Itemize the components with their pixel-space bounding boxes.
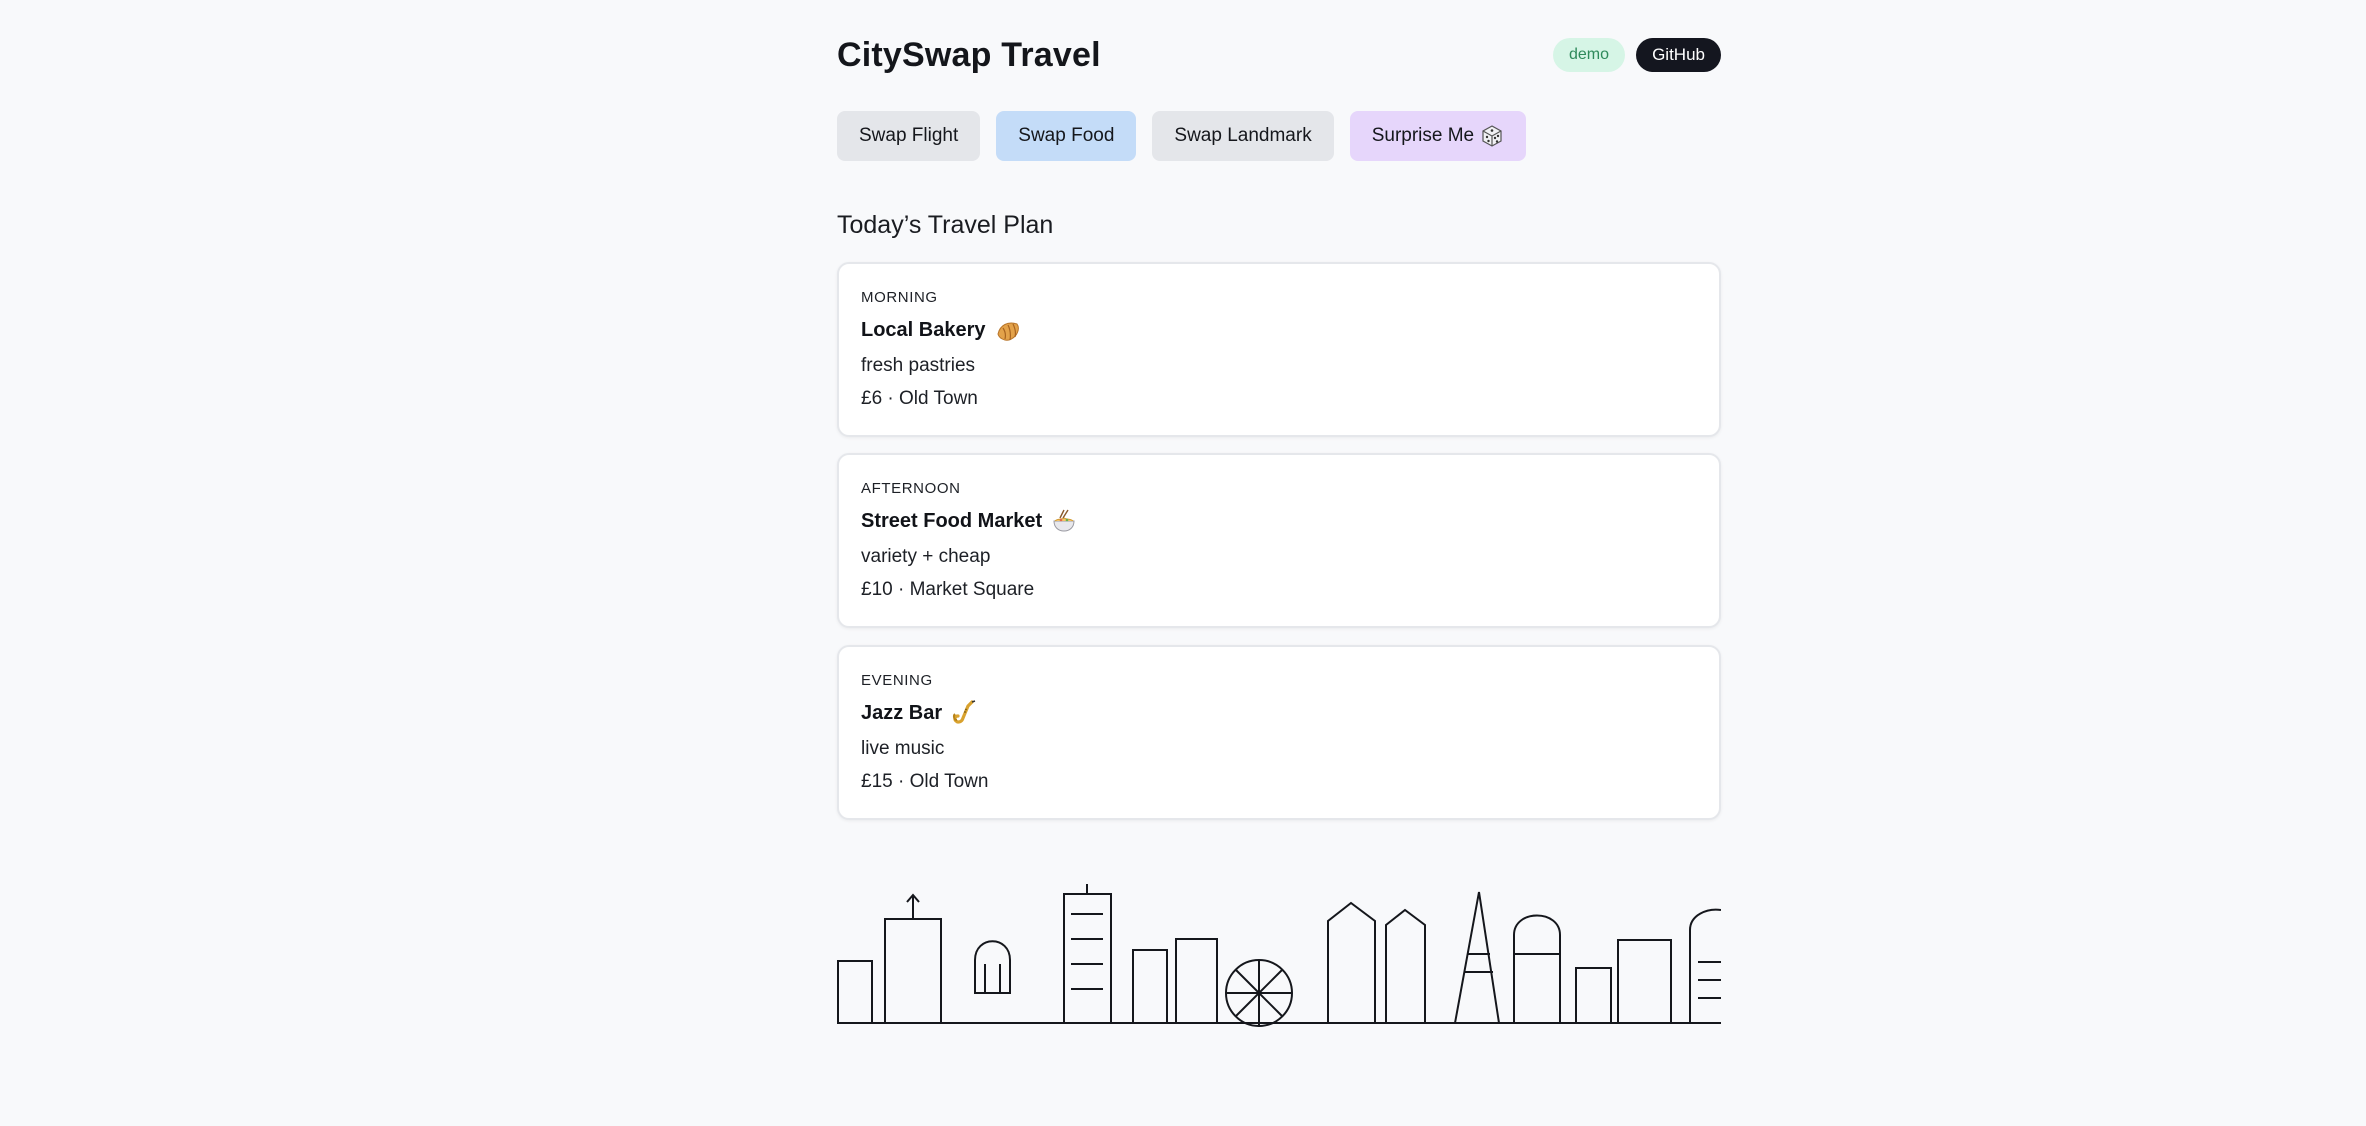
place-name: Jazz Bar: [861, 699, 978, 727]
place-name-text: Jazz Bar: [861, 701, 943, 724]
swap-food-button[interactable]: Swap Food: [996, 111, 1137, 161]
swap-flight-label: Swap Flight: [859, 125, 959, 146]
noodle-bowl-icon: [1050, 507, 1078, 535]
plan-card-morning[interactable]: MORNING Local Bakery fresh pastries £6 ·…: [837, 262, 1721, 437]
time-label: AFTERNOON: [861, 480, 961, 497]
place-name-text: Local Bakery: [861, 318, 986, 341]
place-description: live music: [861, 738, 945, 759]
swap-landmark-label: Swap Landmark: [1174, 125, 1312, 146]
place-description: variety + cheap: [861, 546, 991, 567]
croissant-icon: [994, 316, 1022, 344]
swap-landmark-button[interactable]: Swap Landmark: [1152, 111, 1334, 161]
demo-badge: demo: [1552, 38, 1625, 72]
plan-title: Today’s Travel Plan: [837, 211, 1054, 239]
place-meta: £6 · Old Town: [861, 388, 978, 409]
time-label: MORNING: [861, 289, 938, 306]
app-title: CitySwap Travel: [837, 36, 1101, 74]
place-meta: £10 · Market Square: [861, 579, 1035, 600]
plan-card-evening[interactable]: EVENING Jazz Bar live music £15 · Old To…: [837, 645, 1721, 820]
github-button[interactable]: GitHub: [1636, 38, 1721, 72]
swap-flight-button[interactable]: Swap Flight: [837, 111, 981, 161]
dice-icon: [1480, 124, 1504, 148]
city-skyline-illustration: [837, 884, 1721, 1027]
plan-card-afternoon[interactable]: AFTERNOON Street Food Market variety + c…: [837, 453, 1721, 628]
place-name: Local Bakery: [861, 316, 1022, 344]
swap-food-label: Swap Food: [1018, 125, 1115, 146]
time-label: EVENING: [861, 672, 933, 689]
place-description: fresh pastries: [861, 355, 976, 376]
surprise-me-label: Surprise Me: [1371, 125, 1475, 146]
surprise-me-button[interactable]: Surprise Me: [1349, 111, 1527, 161]
saxophone-icon: [950, 699, 978, 727]
place-name-text: Street Food Market: [861, 509, 1043, 532]
place-name: Street Food Market: [861, 507, 1078, 535]
action-bar: Swap Flight Swap Food Swap Landmark Surp…: [837, 111, 1527, 161]
place-meta: £15 · Old Town: [861, 771, 989, 792]
header: CitySwap Travel demo GitHub: [837, 33, 1721, 77]
